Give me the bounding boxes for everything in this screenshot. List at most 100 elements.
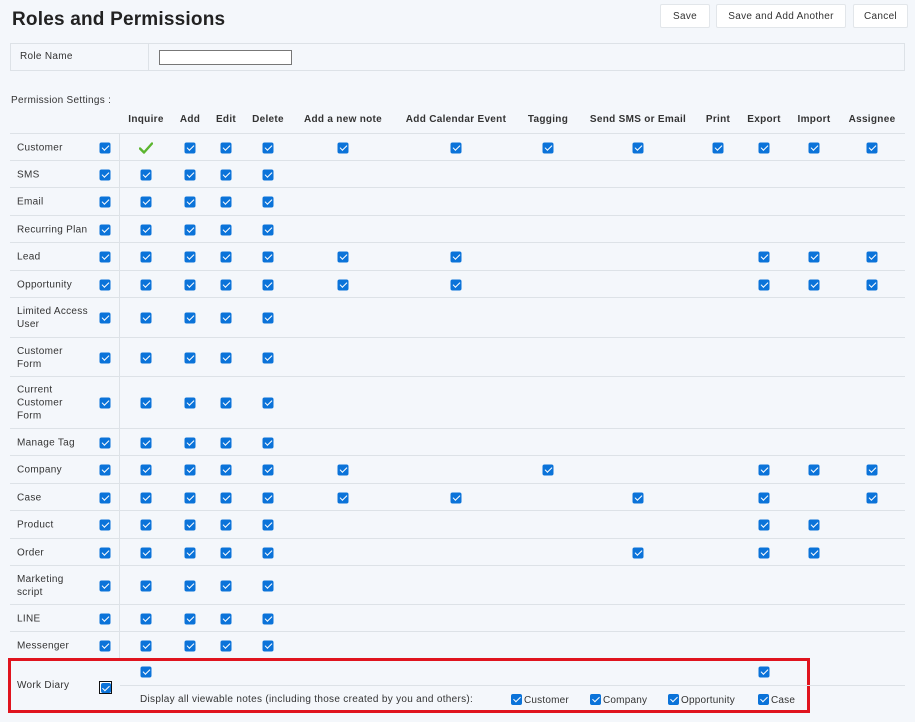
row-select-all-checkbox[interactable] [99,640,111,651]
row-select-all-checkbox[interactable] [99,613,111,624]
permission-checkbox-inquire[interactable] [140,640,152,651]
permission-checkbox-delete[interactable] [262,224,274,235]
permission-checkbox-delete[interactable] [262,312,274,324]
permission-checkbox-tagging[interactable] [542,142,554,153]
permission-checkbox-add-a-new-note[interactable] [337,279,349,290]
permission-checkbox-add[interactable] [184,224,196,235]
permission-checkbox-import[interactable] [808,547,820,558]
permission-checkbox-add[interactable] [184,352,196,363]
permission-checkbox-import[interactable] [808,142,820,153]
row-select-all-checkbox[interactable] [99,492,111,503]
permission-checkbox-add[interactable] [184,613,196,624]
permission-checkbox-edit[interactable] [220,547,232,558]
permission-checkbox-inquire[interactable] [140,312,152,324]
save-and-add-another-button[interactable]: Save and Add Another [716,4,846,28]
notes-option-checkbox[interactable] [668,694,679,705]
permission-checkbox-export[interactable] [758,519,770,531]
permission-checkbox-assignee[interactable] [866,279,878,290]
permission-checkbox-export[interactable] [758,142,770,153]
role-name-input[interactable] [159,50,292,65]
permission-checkbox-import[interactable] [808,279,820,290]
permission-checkbox-inquire[interactable] [140,519,152,531]
permission-checkbox-add-a-new-note[interactable] [337,492,349,503]
permission-checkbox-delete[interactable] [262,279,274,290]
permission-checkbox-add-calendar-event[interactable] [450,251,462,263]
permission-checkbox-delete[interactable] [262,196,274,208]
permission-checkbox-inquire[interactable] [140,547,152,558]
permission-checkbox-add[interactable] [184,580,196,591]
permission-checkbox-export[interactable] [758,492,770,503]
permission-checkbox-edit[interactable] [220,437,232,448]
row-select-all-checkbox[interactable] [99,142,111,153]
permission-checkbox-edit[interactable] [220,492,232,503]
permission-checkbox-import[interactable] [808,519,820,531]
permission-checkbox-delete[interactable] [262,352,274,363]
notes-option-company[interactable]: Company [590,694,647,706]
row-select-all-checkbox[interactable] [99,519,111,531]
permission-checkbox-add[interactable] [184,279,196,290]
permission-checkbox-assignee[interactable] [866,492,878,503]
notes-option-case[interactable]: Case [758,694,795,706]
permission-checkbox-inquire[interactable] [140,279,152,290]
work-diary-checkbox-export[interactable] [758,666,770,678]
permission-checkbox-delete[interactable] [262,397,274,409]
permission-checkbox-add-a-new-note[interactable] [337,142,349,153]
permission-checkbox-inquire[interactable] [140,169,152,180]
permission-checkbox-inquire[interactable] [140,492,152,503]
row-select-all-checkbox[interactable] [99,464,111,476]
permission-checkbox-edit[interactable] [220,142,232,153]
permission-checkbox-assignee[interactable] [866,464,878,476]
permission-checkbox-add-calendar-event[interactable] [450,279,462,290]
permission-checkbox-delete[interactable] [262,437,274,448]
permission-checkbox-delete[interactable] [262,142,274,153]
permission-checkbox-add[interactable] [184,397,196,409]
permission-checkbox-delete[interactable] [262,613,274,624]
cancel-button[interactable]: Cancel [853,4,908,28]
permission-checkbox-edit[interactable] [220,224,232,235]
row-select-all-checkbox[interactable] [99,547,111,558]
row-select-all-checkbox[interactable] [99,251,111,263]
permission-checkbox-inquire[interactable] [140,397,152,409]
permission-checkbox-delete[interactable] [262,547,274,558]
permission-checkbox-edit[interactable] [220,279,232,290]
permission-checkbox-export[interactable] [758,279,770,290]
permission-checkbox-tagging[interactable] [542,464,554,476]
permission-checkbox-edit[interactable] [220,196,232,208]
permission-checkbox-edit[interactable] [220,464,232,476]
row-select-all-checkbox[interactable] [99,580,111,591]
permission-checkbox-add-a-new-note[interactable] [337,251,349,263]
permission-checkbox-assignee[interactable] [866,142,878,153]
row-select-all-checkbox[interactable] [99,437,111,448]
permission-checkbox-add-calendar-event[interactable] [450,492,462,503]
notes-option-checkbox[interactable] [758,694,769,705]
row-select-all-checkbox[interactable] [99,312,111,324]
permission-checkbox-inquire[interactable] [140,464,152,476]
permission-checkbox-import[interactable] [808,464,820,476]
permission-checkbox-export[interactable] [758,547,770,558]
permission-checkbox-add-a-new-note[interactable] [337,464,349,476]
save-button[interactable]: Save [660,4,710,28]
permission-checkbox-add[interactable] [184,437,196,448]
permission-checkbox-assignee[interactable] [866,251,878,263]
permission-checkbox-add[interactable] [184,547,196,558]
permission-checkbox-inquire[interactable] [140,352,152,363]
permission-checkbox-export[interactable] [758,464,770,476]
notes-option-opportunity[interactable]: Opportunity [668,694,735,706]
inquire-check-icon[interactable] [139,141,153,154]
notes-option-checkbox[interactable] [511,694,522,705]
permission-checkbox-add[interactable] [184,196,196,208]
permission-checkbox-delete[interactable] [262,519,274,531]
permission-checkbox-edit[interactable] [220,580,232,591]
permission-checkbox-add[interactable] [184,312,196,324]
permission-checkbox-delete[interactable] [262,492,274,503]
permission-checkbox-inquire[interactable] [140,196,152,208]
permission-checkbox-import[interactable] [808,251,820,263]
permission-checkbox-delete[interactable] [262,169,274,180]
permission-checkbox-edit[interactable] [220,352,232,363]
permission-checkbox-delete[interactable] [262,640,274,651]
row-select-all-checkbox[interactable] [99,397,111,409]
row-select-all-checkbox[interactable] [99,169,111,180]
permission-checkbox-inquire[interactable] [140,580,152,591]
permission-checkbox-add[interactable] [184,640,196,651]
notes-option-customer[interactable]: Customer [511,694,569,706]
